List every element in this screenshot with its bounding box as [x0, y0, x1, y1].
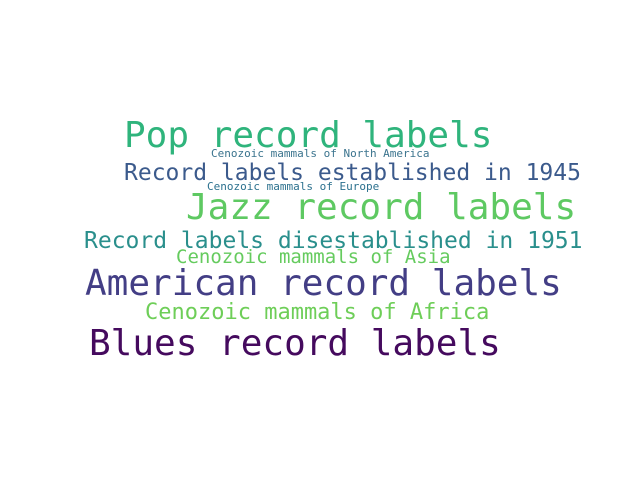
- word-cloud: Pop record labels Cenozoic mammals of No…: [0, 0, 640, 480]
- word-cenozoic-mammals-north-america: Cenozoic mammals of North America: [211, 147, 430, 160]
- word-blues-record-labels: Blues record labels: [89, 323, 501, 364]
- word-cenozoic-mammals-africa: Cenozoic mammals of Africa: [145, 300, 490, 325]
- word-american-record-labels: American record labels: [85, 263, 562, 304]
- word-jazz-record-labels: Jazz record labels: [186, 187, 577, 228]
